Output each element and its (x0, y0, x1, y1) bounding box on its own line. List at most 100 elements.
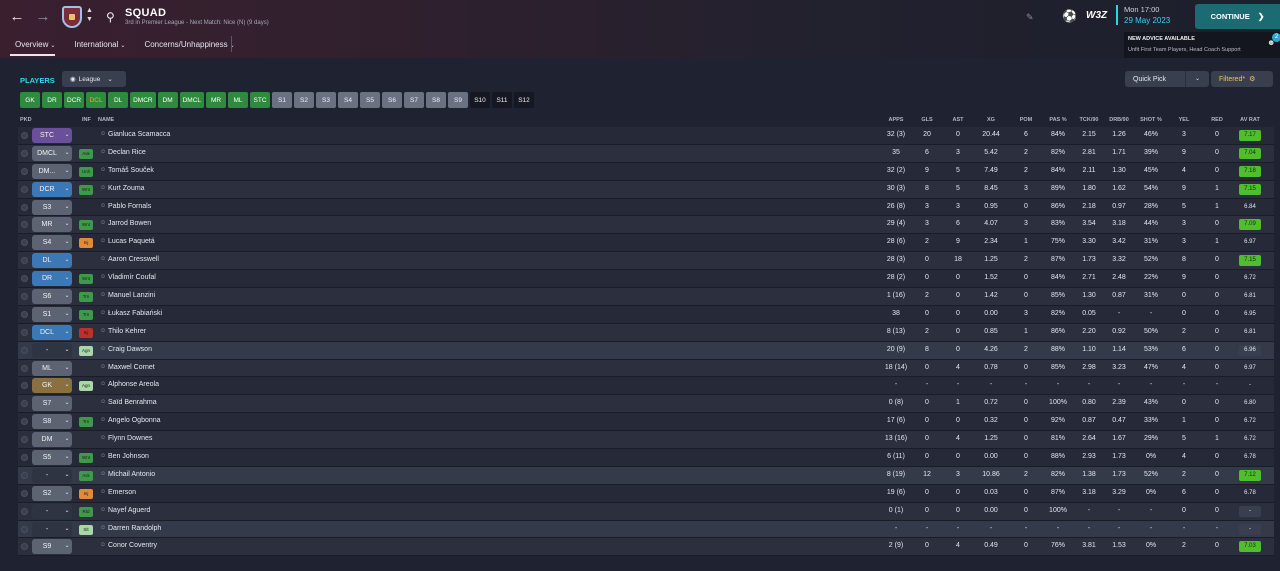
filter-button[interactable]: Filtered* ⚙ (1211, 71, 1273, 87)
info-badge[interactable]: Agn (79, 345, 93, 356)
table-row[interactable]: MR ⌄ Wnt ☺ Jarrod Bowen 29 (4) 3 6 4.07 3 83% 3.54 3… (18, 216, 1274, 235)
pick-checkbox[interactable] (21, 293, 28, 301)
pick-checkbox[interactable] (21, 203, 28, 211)
forward-arrow-icon[interactable]: → (34, 8, 52, 26)
chevron-down-icon[interactable]: ⌄ (60, 468, 74, 483)
player-name[interactable]: Kurt Zouma (108, 185, 145, 192)
player-name[interactable]: Manuel Lanzini (108, 292, 155, 299)
table-row[interactable]: S4 ⌄ Inj ☺ Lucas Paquetá 28 (6) 2 9 2.34 1 75% 3.30… (18, 234, 1274, 253)
chevron-down-icon[interactable]: ⌄ (1185, 71, 1209, 87)
chevron-down-icon[interactable]: ⌄ (60, 271, 74, 286)
player-name[interactable]: Craig Dawson (108, 346, 152, 353)
chevron-down-icon[interactable]: ⌄ (60, 307, 74, 322)
position-chip[interactable]: MR (206, 92, 227, 108)
player-name[interactable]: Ben Johnson (108, 453, 149, 460)
player-name[interactable]: Michail Antonio (108, 471, 155, 478)
info-badge[interactable]: Unh (79, 166, 93, 177)
position-chip[interactable]: DMCL (179, 92, 205, 108)
chevron-down-icon[interactable]: ⌄ (60, 396, 74, 411)
table-row[interactable]: DCL ⌄ Inj ☺ Thilo Kehrer 8 (13) 2 0 0.85 1 86% 2.20… (18, 323, 1274, 342)
edit-icon[interactable]: ✎ (1026, 12, 1034, 23)
position-chip[interactable]: DMCR (130, 92, 156, 108)
pick-checkbox[interactable] (21, 489, 28, 497)
pick-checkbox[interactable] (21, 275, 28, 283)
pick-checkbox[interactable] (21, 221, 28, 229)
pick-checkbox[interactable] (21, 507, 28, 515)
chevron-down-icon[interactable]: ⌄ (60, 182, 74, 197)
pick-checkbox[interactable] (21, 149, 28, 157)
chevron-down-icon[interactable]: ⌄ (60, 504, 74, 519)
info-badge[interactable]: Trn (79, 417, 93, 428)
info-badge[interactable]: Wnt (79, 220, 93, 231)
table-row[interactable]: - ⌄ Rtd ☺ Nayef Aguerd 0 (1) 0 0 0.00 0 100% - - -0 0- (18, 502, 1274, 521)
chevron-down-icon[interactable]: ⌄ (60, 164, 74, 179)
table-row[interactable]: - ⌄ Slt ☺ Darren Randolph - - - - - - - - - - - - (18, 520, 1274, 539)
position-chip[interactable]: S4 (338, 92, 359, 108)
player-name[interactable]: Lucas Paquetá (108, 238, 155, 245)
player-name[interactable]: Łukasz Fabiański (108, 310, 162, 317)
player-name[interactable]: Aaron Cresswell (108, 256, 159, 263)
position-chip[interactable]: S11 (492, 92, 513, 108)
position-chip[interactable]: DM (157, 92, 178, 108)
info-badge[interactable]: Wnt (79, 184, 93, 195)
pick-checkbox[interactable] (21, 364, 28, 372)
chevron-down-icon[interactable]: ⌄ (60, 128, 74, 143)
col-name[interactable]: NAME (98, 117, 114, 123)
info-badge[interactable]: Inj (79, 327, 93, 338)
player-name[interactable]: Alphonse Areola (108, 381, 159, 388)
pick-checkbox[interactable] (21, 543, 28, 551)
chevron-down-icon[interactable]: ⌄ (60, 235, 74, 250)
quick-pick-dropdown[interactable]: Quick Pick ⌄ (1125, 71, 1209, 87)
col-pkd[interactable]: PKD (20, 117, 32, 123)
player-name[interactable]: Nayef Aguerd (108, 507, 150, 514)
tab-international[interactable]: International ⌄ (69, 36, 125, 54)
player-name[interactable]: Tomáš Souček (108, 167, 154, 174)
chevron-down-icon[interactable]: ⌄ (60, 522, 74, 537)
position-chip[interactable]: ML (228, 92, 249, 108)
player-name[interactable]: Jarrod Bowen (108, 220, 151, 227)
football-icon[interactable]: ⚽ (1062, 9, 1077, 23)
chevron-down-icon[interactable]: ⌄ (60, 289, 74, 304)
position-chip[interactable]: S2 (294, 92, 315, 108)
position-chip[interactable]: S3 (316, 92, 337, 108)
pick-checkbox[interactable] (21, 132, 28, 139)
pick-checkbox[interactable] (21, 382, 28, 390)
chevron-down-icon[interactable]: ⌄ (60, 343, 74, 358)
pick-checkbox[interactable] (21, 167, 28, 175)
pick-checkbox[interactable] (21, 328, 28, 336)
chevron-down-icon[interactable]: ⌄ (60, 486, 74, 501)
table-row[interactable]: DM... ⌄ Unh ☺ Tomáš Souček 32 (2) 9 5 7.49 2 84% 2.… (18, 162, 1274, 181)
pick-checkbox[interactable] (21, 239, 28, 247)
table-row[interactable]: S2 ⌄ Inj ☺ Emerson 19 (6) 0 0 0.03 0 87% 3.18 3.29 0%… (18, 484, 1274, 503)
table-row[interactable]: S3 ⌄ ☺ Pablo Fornals 26 (8) 3 3 0.95 0 86% 2.18 0.9… (18, 198, 1274, 217)
info-badge[interactable]: Inj (79, 488, 93, 499)
player-name[interactable]: Conor Coventry (108, 542, 157, 549)
player-name[interactable]: Emerson (108, 489, 136, 496)
position-chip[interactable]: S7 (404, 92, 425, 108)
pick-checkbox[interactable] (21, 400, 28, 408)
player-name[interactable]: Gianluca Scamacca (108, 131, 170, 138)
table-row[interactable]: DR ⌄ Wnt ☺ Vladimír Coufal 28 (2) 0 0 1.52 0 84% 2.… (18, 270, 1274, 289)
position-chip[interactable]: S12 (514, 92, 535, 108)
pick-checkbox[interactable] (21, 471, 28, 479)
table-row[interactable]: S6 ⌄ Trn ☺ Manuel Lanzini 1 (16) 2 0 1.42 0 85% 1.3… (18, 288, 1274, 306)
chevron-down-icon[interactable]: ⌄ (60, 200, 74, 215)
position-chip[interactable]: S9 (448, 92, 469, 108)
table-row[interactable]: ML ⌄ ☺ Maxwel Cornet 18 (14) 0 4 0.78 0 85% 2.98 3.… (18, 359, 1274, 378)
pick-checkbox[interactable] (21, 454, 28, 462)
table-row[interactable]: S5 ⌄ Wnt ☺ Ben Johnson 6 (11) 0 0 0.00 0 88% 2.93 1.… (18, 449, 1274, 467)
chevron-down-icon[interactable]: ⌄ (60, 253, 74, 268)
player-name[interactable]: Declan Rice (108, 149, 146, 156)
chevron-down-icon[interactable]: ⌄ (60, 450, 74, 465)
chevron-down-icon[interactable]: ⌄ (60, 539, 74, 554)
player-name[interactable]: Angelo Ogbonna (108, 417, 161, 424)
chevron-down-icon[interactable]: ⌄ (60, 414, 74, 429)
position-chip[interactable]: STC (250, 92, 271, 108)
advice-panel[interactable]: NEW ADVICE AVAILABLE Unfit First Team Pl… (1124, 32, 1280, 58)
table-row[interactable]: DM ⌄ ☺ Flynn Downes 13 (16) 0 4 1.25 0 81% 2.64 1.6… (18, 431, 1274, 450)
table-row[interactable]: STC ⌄ ☺ Gianluca Scamacca 32 (3) 20 0 20.44 6 84%… (18, 127, 1274, 145)
pick-checkbox[interactable] (21, 418, 28, 426)
player-name[interactable]: Maxwel Cornet (108, 364, 155, 371)
pick-checkbox[interactable] (21, 257, 28, 265)
position-chip[interactable]: DCR (64, 92, 85, 108)
